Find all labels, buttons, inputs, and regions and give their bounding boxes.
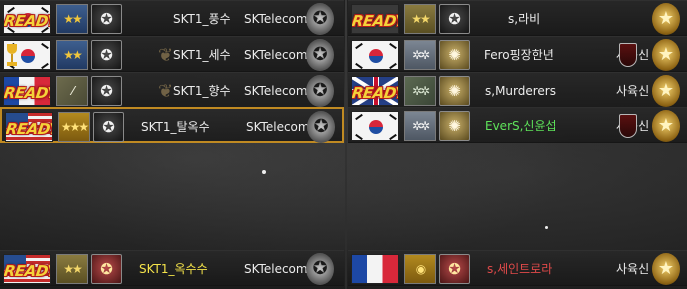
clan-emblem-icon: ✪: [307, 111, 335, 143]
clan-emblem-icon: ★: [652, 39, 680, 71]
event-emblem-icon: ❦: [158, 81, 174, 102]
team-a-slot-4[interactable]: READY ★★★ ✪ SKT1_탈옥수 SKTelecom ✪: [0, 107, 344, 143]
korea-flag-icon: [351, 40, 399, 70]
shield-icon: [619, 43, 637, 67]
player-name: s,라비: [508, 12, 541, 26]
background-light-dot: [545, 226, 548, 229]
background-light-dot: [262, 170, 266, 174]
team-b-slot-2[interactable]: ✲✲ ✺ Fero핑장한년 사육신 ★: [348, 36, 687, 72]
rank-stars-icon: ★★: [56, 40, 88, 70]
game-lobby-background: READY ★★ ✪ SKT1_풍수 SKTelecom ✪ ★★ ✪ ❦ SK: [0, 0, 687, 289]
player-name: Fero핑장한년: [484, 48, 554, 62]
clan-emblem-icon: ✪: [306, 75, 334, 107]
badge-icon: ✪: [91, 40, 122, 70]
clan-emblem-icon: ★: [652, 3, 680, 35]
clan-emblem-icon: ✪: [306, 39, 334, 71]
clan-name: SKTelecom: [244, 48, 308, 62]
clan-name: SKTelecom: [244, 12, 308, 26]
player-name: SKT1_세수: [173, 48, 231, 62]
korea-flag-icon: [351, 111, 399, 141]
badge-icon: ✪: [91, 76, 122, 106]
ready-indicator: READY: [3, 12, 51, 30]
rank-stars-icon: ⁄⁄: [56, 76, 88, 106]
korea-flag-icon: READY: [3, 4, 51, 34]
team-divider: [345, 0, 347, 289]
uk-flag-icon: READY: [351, 76, 399, 106]
trophy-icon: [6, 42, 18, 69]
player-name: SKT1_풍수: [173, 12, 231, 26]
clan-name: SKTelecom: [244, 262, 308, 276]
usa-flag-icon: READY: [3, 254, 51, 284]
badge-icon: ✪: [439, 4, 470, 34]
team-a-slot-5[interactable]: READY ★★ ✪ SKT1_옥수수 SKTelecom ✪: [0, 250, 344, 286]
player-name: s,세인트로라: [487, 262, 553, 276]
badge-icon: ✪: [439, 254, 470, 284]
usa-flag-icon: READY: [5, 112, 53, 142]
clan-emblem-icon: ★: [652, 110, 680, 142]
player-name: SKT1_옥수수: [139, 262, 208, 276]
clan-emblem-icon: ✪: [306, 253, 334, 285]
badge-icon: ✺: [439, 40, 470, 70]
ready-indicator: READY: [351, 12, 399, 30]
clan-name: SKTelecom: [244, 84, 308, 98]
ready-indicator: READY: [5, 120, 53, 138]
player-name: s,Murderers: [485, 84, 556, 98]
team-a-slot-1[interactable]: READY ★★ ✪ SKT1_풍수 SKTelecom ✪: [0, 0, 344, 36]
rank-stars-icon: ★★: [56, 254, 88, 284]
clan-emblem-icon: ★: [652, 75, 680, 107]
badge-icon: ✺: [439, 111, 470, 141]
blank-flag-icon: READY: [351, 4, 399, 34]
badge-icon: ✺: [439, 76, 470, 106]
badge-icon: ✪: [91, 4, 122, 34]
badge-icon: ✪: [93, 112, 124, 142]
team-b-slot-1[interactable]: READY ★★ ✪ s,라비 ★: [348, 0, 687, 36]
team-b-slot-3[interactable]: READY ✲✲ ✺ s,Murderers 사육신 ★: [348, 72, 687, 108]
rank-stars-icon: ◉: [404, 254, 436, 284]
rank-stars-icon: ★★★: [58, 112, 90, 142]
clan-emblem-icon: ✪: [306, 3, 334, 35]
team-b-slot-5[interactable]: ◉ ✪ s,세인트로라 사육신 ★: [348, 250, 687, 286]
rank-stars-icon: ✲✲: [404, 111, 436, 141]
ready-indicator: READY: [3, 262, 51, 280]
clan-name: 사육신: [616, 262, 650, 276]
rank-stars-icon: ★★: [56, 4, 88, 34]
badge-icon: ✪: [91, 254, 122, 284]
clan-emblem-icon: ★: [652, 253, 680, 285]
team-a-slot-3[interactable]: READY ⁄⁄ ✪ ❦ SKT1_향수 SKTelecom ✪: [0, 72, 344, 108]
event-emblem-icon: ❦: [158, 45, 174, 66]
player-name: SKT1_탈옥수: [141, 120, 210, 134]
rank-stars-icon: ✲✲: [404, 40, 436, 70]
player-name: SKT1_향수: [173, 84, 231, 98]
france-flag-icon: READY: [3, 76, 51, 106]
team-a-slot-2[interactable]: ★★ ✪ ❦ SKT1_세수 SKTelecom ✪: [0, 36, 344, 72]
france-flag-icon: [351, 254, 399, 284]
rank-stars-icon: ★★: [404, 4, 436, 34]
shield-icon: [619, 114, 637, 138]
clan-name: SKTelecom: [246, 120, 310, 134]
korea-flag-icon: [3, 40, 51, 70]
ready-indicator: READY: [3, 84, 51, 102]
clan-name: 사육신: [616, 84, 650, 98]
rank-stars-icon: ✲✲: [404, 76, 436, 106]
team-b-slot-4[interactable]: ✲✲ ✺ EverS,신윤섭 사육신 ★: [348, 107, 687, 143]
ready-indicator: READY: [351, 84, 399, 102]
player-name: EverS,신윤섭: [485, 119, 557, 133]
